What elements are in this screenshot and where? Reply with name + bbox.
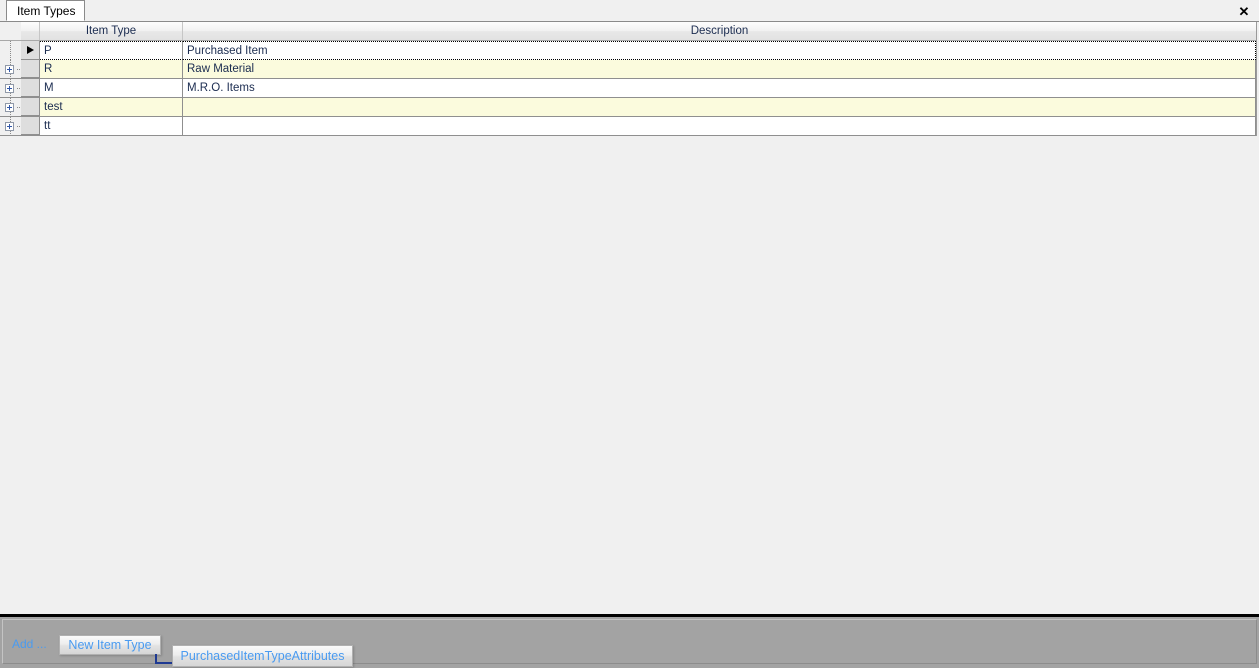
- table-row[interactable]: M M.R.O. Items: [0, 79, 1256, 98]
- cell-item-type[interactable]: P: [40, 41, 183, 60]
- plus-box-icon[interactable]: [5, 122, 14, 131]
- column-header-item-type[interactable]: Item Type: [40, 22, 183, 40]
- row-tree-gutter: [0, 98, 21, 116]
- table-row[interactable]: P Purchased Item: [0, 41, 1256, 60]
- cell-description[interactable]: [183, 98, 1256, 116]
- row-selector-arrow-icon: [27, 46, 34, 54]
- cell-item-type[interactable]: tt: [40, 117, 183, 135]
- row-tree-gutter: [0, 117, 21, 135]
- plus-box-icon[interactable]: [5, 84, 14, 93]
- tree-line: [10, 41, 11, 60]
- tab-item-types[interactable]: Item Types: [6, 0, 86, 21]
- column-header-item-type-label: Item Type: [85, 25, 137, 37]
- cell-item-type-value: tt: [44, 120, 51, 132]
- close-icon[interactable]: ✕: [1233, 2, 1255, 20]
- row-selector[interactable]: [21, 60, 40, 78]
- new-item-type-button-label: New Item Type: [68, 638, 152, 652]
- row-tree-gutter: [0, 60, 21, 78]
- grid-header-row-selector: [21, 22, 40, 40]
- cell-description[interactable]: [183, 117, 1256, 135]
- grid-header-tree-gutter: [0, 22, 21, 40]
- table-row[interactable]: test: [0, 98, 1256, 117]
- cell-description-value: Raw Material: [187, 63, 255, 75]
- designer-connector-line: [155, 654, 173, 664]
- table-row[interactable]: tt: [0, 117, 1256, 136]
- designer-panel: Add ... New Item Type PurchasedItemTypeA…: [0, 614, 1259, 668]
- tab-item-types-label: Item Types: [17, 3, 76, 18]
- row-selector[interactable]: [21, 98, 40, 116]
- column-header-description-label: Description: [690, 25, 749, 37]
- designer-panel-inner: Add ... New Item Type PurchasedItemTypeA…: [2, 619, 1257, 667]
- cell-item-type-value: test: [44, 101, 63, 113]
- item-types-grid: Item Type Description P Purchased Item R…: [0, 22, 1257, 136]
- cell-description[interactable]: M.R.O. Items: [183, 79, 1256, 97]
- table-row[interactable]: R Raw Material: [0, 60, 1256, 79]
- cell-description[interactable]: Raw Material: [183, 60, 1256, 78]
- grid-header-row: Item Type Description: [0, 22, 1256, 41]
- cell-item-type-value: M: [44, 82, 54, 94]
- purchased-item-type-attributes-button[interactable]: PurchasedItemTypeAttributes: [172, 645, 353, 667]
- cell-item-type-value: P: [44, 44, 52, 57]
- row-selector[interactable]: [21, 41, 40, 60]
- cell-item-type[interactable]: R: [40, 60, 183, 78]
- row-tree-gutter: [0, 41, 21, 60]
- purchased-item-type-attributes-button-label: PurchasedItemTypeAttributes: [180, 649, 345, 663]
- tab-strip: Item Types ✕: [0, 0, 1259, 22]
- row-selector[interactable]: [21, 117, 40, 135]
- new-item-type-button[interactable]: New Item Type: [59, 635, 161, 655]
- cell-item-type-value: R: [44, 63, 53, 75]
- add-label: Add ...: [12, 637, 47, 651]
- cell-description-value: Purchased Item: [187, 44, 268, 57]
- cell-description-value: M.R.O. Items: [187, 82, 255, 94]
- row-selector[interactable]: [21, 79, 40, 97]
- plus-box-icon[interactable]: [5, 65, 14, 74]
- cell-item-type[interactable]: test: [40, 98, 183, 116]
- cell-item-type[interactable]: M: [40, 79, 183, 97]
- plus-box-icon[interactable]: [5, 103, 14, 112]
- cell-description[interactable]: Purchased Item: [183, 41, 1256, 60]
- row-tree-gutter: [0, 79, 21, 97]
- item-types-window: Item Types ✕ Item Type Description P Pur…: [0, 0, 1259, 668]
- column-header-description[interactable]: Description: [183, 22, 1256, 40]
- grid-region: Item Type Description P Purchased Item R…: [0, 22, 1259, 614]
